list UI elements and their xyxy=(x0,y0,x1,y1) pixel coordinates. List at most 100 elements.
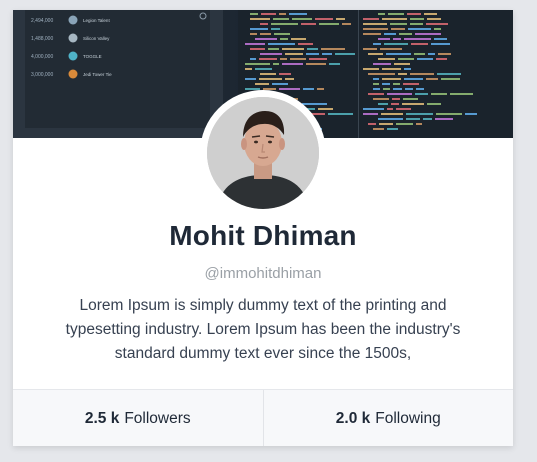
cover-code-token xyxy=(259,58,277,60)
cover-code-token xyxy=(403,98,418,100)
cover-code-token xyxy=(260,23,268,25)
following-label: Following xyxy=(375,409,441,427)
cover-code-token xyxy=(273,63,279,65)
cover-code-token xyxy=(291,38,306,40)
cover-code-token xyxy=(280,58,287,60)
cover-code-token xyxy=(382,18,407,20)
cover-code-token xyxy=(322,53,332,55)
cover-code-token xyxy=(387,108,393,110)
cover-code-token xyxy=(387,128,398,130)
cover-code-token xyxy=(404,68,411,70)
cover-code-token xyxy=(384,43,408,45)
cover-code-token xyxy=(379,123,393,125)
cover-code-token xyxy=(378,103,388,105)
cover-code-token xyxy=(406,113,433,115)
cover-code-token xyxy=(373,63,391,65)
cover-code-token xyxy=(408,28,431,30)
cover-code-token xyxy=(255,38,277,40)
cover-code-token xyxy=(373,98,389,100)
cover-code-token xyxy=(282,63,303,65)
cover-code-token xyxy=(415,93,428,95)
cover-code-token xyxy=(406,118,420,120)
cover-code-token xyxy=(273,18,289,20)
following-stat[interactable]: 2.0 k Following xyxy=(262,390,513,446)
cover-code-token xyxy=(285,53,303,55)
cover-code-token xyxy=(328,113,353,115)
cover-code-token xyxy=(404,38,431,40)
cover-code-token xyxy=(382,78,401,80)
cover-team-icon xyxy=(68,15,78,25)
cover-code-token xyxy=(335,53,355,55)
cover-code-token xyxy=(268,48,279,50)
cover-code-token xyxy=(368,53,383,55)
cover-code-token xyxy=(428,53,435,55)
cover-code-token xyxy=(363,48,377,50)
cover-code-token xyxy=(279,73,291,75)
cover-code-token xyxy=(423,118,432,120)
cover-code-token xyxy=(436,58,447,60)
cover-code-token xyxy=(307,48,318,50)
cover-code-token xyxy=(386,53,411,55)
cover-code-token xyxy=(441,78,460,80)
cover-code-token xyxy=(424,13,437,15)
cover-code-token xyxy=(363,18,379,20)
cover-code-token xyxy=(268,43,295,45)
cover-code-token xyxy=(410,18,424,20)
cover-code-token xyxy=(373,88,380,90)
cover-code-token xyxy=(373,83,379,85)
cover-code-token xyxy=(403,83,419,85)
cover-code-token xyxy=(290,58,306,60)
cover-code-token xyxy=(368,73,395,75)
cover-code-token xyxy=(410,73,434,75)
cover-code-token xyxy=(373,128,384,130)
cover-code-token xyxy=(261,13,276,15)
cover-code-token xyxy=(306,53,319,55)
cover-code-token xyxy=(250,48,265,50)
cover-code-token xyxy=(393,38,401,40)
cover-code-token xyxy=(282,48,304,50)
cover-code-token xyxy=(271,23,298,25)
cover-code-token xyxy=(255,68,272,70)
cover-code-token xyxy=(317,88,324,90)
cover-code-token xyxy=(315,18,333,20)
cover-code-token xyxy=(250,58,256,60)
cover-code-token xyxy=(285,78,294,80)
cover-code-token xyxy=(321,48,345,50)
cover-team-icon xyxy=(68,33,78,43)
cover-code-token xyxy=(414,53,425,55)
cover-code-token xyxy=(298,43,313,45)
avatar-ring xyxy=(200,90,326,216)
cover-code-token xyxy=(363,23,387,25)
avatar[interactable] xyxy=(207,97,319,209)
cover-code-token xyxy=(436,113,462,115)
cover-code-token xyxy=(245,43,265,45)
cover-code-token xyxy=(378,38,390,40)
cover-code-token xyxy=(393,88,402,90)
cover-code-token xyxy=(399,33,412,35)
stats-bar: 2.5 k Followers 2.0 k Following xyxy=(13,389,513,446)
cover-team-icon xyxy=(68,69,78,79)
cover-code-token xyxy=(396,108,411,110)
cover-code-token xyxy=(363,33,381,35)
cover-code-token xyxy=(391,103,399,105)
cover-code-token xyxy=(416,123,422,125)
cover-code-token xyxy=(301,23,316,25)
followers-stat[interactable]: 2.5 k Followers xyxy=(13,390,263,446)
cover-code-token xyxy=(382,83,390,85)
cover-code-token xyxy=(260,73,276,75)
cover-code-token xyxy=(289,13,307,15)
cover-code-token xyxy=(380,48,402,50)
cover-code-token xyxy=(245,63,270,65)
cover-code-token xyxy=(431,43,450,45)
cover-count-text: 3,000,000 xyxy=(31,72,53,78)
cover-code-token xyxy=(250,33,257,35)
cover-code-token xyxy=(250,28,268,30)
cover-code-token xyxy=(398,58,414,60)
cover-code-token xyxy=(280,38,288,40)
cover-code-token xyxy=(410,23,423,25)
profile-handle[interactable]: @immohitdhiman xyxy=(13,265,513,282)
cover-code-token xyxy=(426,23,448,25)
cover-code-token xyxy=(427,18,441,20)
cover-code-token xyxy=(259,78,282,80)
cover-code-token xyxy=(387,93,412,95)
